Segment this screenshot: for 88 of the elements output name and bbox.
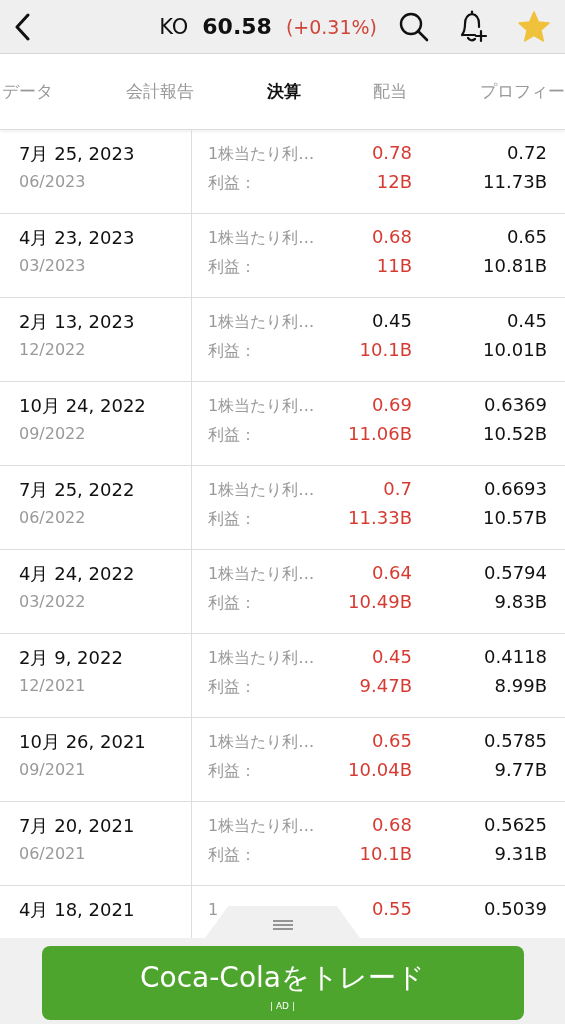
tab[interactable]: プロフィー	[480, 80, 565, 103]
fiscal-period: 12/2022	[19, 340, 87, 359]
search-icon[interactable]	[399, 11, 429, 42]
actual-value: 10.04B	[348, 759, 412, 780]
tab[interactable]: データ	[2, 80, 53, 103]
metric-label: 利益：	[208, 257, 257, 278]
metric-label: 1株当たり利…	[208, 396, 316, 417]
forecast-value: 9.31B	[493, 843, 547, 864]
forecast-value: 8.99B	[493, 675, 547, 696]
report-date: 4月 23, 2023	[19, 226, 136, 250]
fiscal-period: 09/2021	[19, 760, 87, 779]
metric-label: 1株当たり利…	[208, 144, 316, 165]
metric-label: 1株当たり利…	[208, 732, 316, 753]
tab[interactable]: 決算	[266, 80, 301, 103]
fiscal-period: 03/2022	[19, 592, 87, 611]
actual-value: 0.7	[382, 478, 412, 499]
actual-value: 0.45	[370, 646, 412, 667]
back-icon[interactable]	[14, 12, 30, 41]
star-icon[interactable]	[517, 9, 551, 44]
metric-label: 1	[208, 900, 220, 919]
actual-value: 0.55	[370, 898, 412, 919]
actual-value: 0.68	[370, 814, 412, 835]
actual-value: 11.33B	[348, 507, 412, 528]
metric-label: 1株当たり利…	[208, 648, 316, 669]
forecast-value: 0.5785	[483, 730, 547, 751]
report-date: 10月 26, 2021	[19, 730, 147, 754]
metric-label: 1株当たり利…	[208, 564, 316, 585]
forecast-value: 0.4118	[483, 646, 547, 667]
actual-value: 0.64	[370, 562, 412, 583]
metric-label: 1株当たり利…	[208, 312, 316, 333]
stock-price: 60.58	[202, 14, 272, 39]
fiscal-period: 03/2023	[19, 256, 87, 275]
fiscal-period: 06/2022	[19, 508, 87, 527]
forecast-value: 10.01B	[482, 339, 547, 360]
fiscal-period: 12/2021	[19, 676, 87, 695]
actual-value: 0.45	[370, 310, 412, 331]
fiscal-period: 06/2021	[19, 844, 87, 863]
actual-value: 0.65	[370, 730, 412, 751]
forecast-value: 0.5625	[483, 814, 547, 835]
forecast-value: 9.77B	[493, 759, 547, 780]
metric-label: 1株当たり利…	[208, 816, 316, 837]
fiscal-period: 09/2022	[19, 424, 87, 443]
metric-label: 利益：	[208, 677, 257, 698]
report-date: 7月 25, 2023	[19, 142, 136, 166]
report-date: 10月 24, 2022	[19, 394, 147, 418]
forecast-value: 11.73B	[482, 171, 547, 192]
forecast-value: 0.5794	[483, 562, 547, 583]
price-change: (+0.31%)	[285, 16, 377, 38]
report-date: 7月 20, 2021	[19, 814, 136, 838]
actual-value: 9.47B	[358, 675, 412, 696]
metric-label: 利益：	[208, 593, 257, 614]
forecast-value: 9.83B	[493, 591, 547, 612]
forecast-value: 0.45	[505, 310, 547, 331]
forecast-value: 0.72	[505, 142, 547, 163]
actual-value: 10.49B	[348, 591, 412, 612]
tab[interactable]: 配当	[373, 80, 408, 103]
metric-label: 利益：	[208, 173, 257, 194]
actual-value: 10.1B	[358, 843, 412, 864]
forecast-value: 10.81B	[482, 255, 547, 276]
metric-label: 利益：	[208, 509, 257, 530]
metric-label: 1株当たり利…	[208, 228, 316, 249]
report-date: 4月 24, 2022	[19, 562, 136, 586]
forecast-value: 10.57B	[482, 507, 547, 528]
forecast-value: 0.65	[505, 226, 547, 247]
metric-label: 利益：	[208, 845, 257, 866]
forecast-value: 0.5039	[483, 898, 547, 919]
report-date: 4月 18, 2021	[19, 898, 136, 922]
actual-value: 11B	[375, 255, 412, 276]
actual-value: 10.1B	[358, 339, 412, 360]
trade-button[interactable]: Coca-Colaをトレード | AD |	[41, 946, 524, 1020]
actual-value: 0.78	[370, 142, 412, 163]
actual-value: 12B	[375, 171, 412, 192]
ticker-symbol: KO	[159, 15, 189, 39]
metric-label: 利益：	[208, 425, 257, 446]
report-date: 7月 25, 2022	[19, 478, 136, 502]
report-date: 2月 13, 2023	[19, 310, 136, 334]
tab[interactable]: 会計報告	[125, 80, 194, 103]
fiscal-period: 06/2023	[19, 172, 87, 191]
actual-value: 11.06B	[348, 423, 412, 444]
actual-value: 0.69	[370, 394, 412, 415]
actual-value: 0.68	[370, 226, 412, 247]
forecast-value: 0.6693	[483, 478, 547, 499]
report-date: 2月 9, 2022	[19, 646, 124, 670]
forecast-value: 10.52B	[482, 423, 547, 444]
metric-label: 1株当たり利…	[208, 480, 316, 501]
metric-label: 利益：	[208, 341, 257, 362]
forecast-value: 0.6369	[483, 394, 547, 415]
metric-label: 利益：	[208, 761, 257, 782]
